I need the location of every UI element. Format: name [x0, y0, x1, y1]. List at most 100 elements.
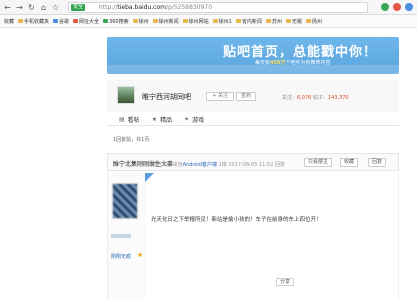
bookmark-label: 网址大全	[79, 18, 100, 25]
author-meta[interactable]: 刚刚无痕	[111, 253, 131, 260]
post-body: 光天化日之下举报所见！新站是偷小孩的！车子在前身的东上四位开！	[151, 217, 322, 223]
folder-icon	[285, 19, 291, 23]
bookmark-item[interactable]: 省内新闻	[235, 18, 262, 25]
banner-title: 贴吧首页，总能戳中你！	[223, 45, 378, 60]
folder-icon	[212, 19, 218, 23]
game-icon: ✦	[184, 116, 190, 123]
bookmark-item[interactable]: 徐州网站	[182, 18, 209, 25]
bookmark-label: 谷歌	[59, 18, 70, 25]
bookmark-item[interactable]: 手机收藏夹	[18, 18, 49, 25]
tab-featured[interactable]: ★ 精品	[152, 115, 172, 124]
page-content: 贴吧首页，总能戳中你！ 每天有450万个吧中为你推荐内容 睢宁西河胡同吧 + 关…	[0, 28, 417, 303]
url-prefix: http://	[99, 4, 118, 11]
bookmark-item[interactable]: 徐州新闻	[152, 18, 179, 25]
tab-threads[interactable]: ▤ 看帖	[119, 115, 140, 124]
bookmark-label: 收藏	[4, 18, 15, 25]
banner-subtitle: 每天有450万个吧中为你推荐内容	[255, 59, 330, 66]
stats-label: 关注：	[282, 95, 298, 101]
bookmark-label: 徐州	[138, 18, 149, 25]
bookmark-item[interactable]: 收藏	[4, 18, 14, 25]
360-icon	[103, 19, 109, 23]
reload-icon[interactable]: ↻	[27, 3, 36, 12]
bookmark-label: 无锡	[291, 18, 302, 25]
bookmark-item[interactable]: 扬州	[305, 18, 322, 25]
bookmark-item[interactable]: 360搜索	[103, 18, 129, 25]
banner-sub-prefix: 每天有	[255, 60, 271, 66]
bookmark-item[interactable]: 谷歌	[53, 18, 69, 25]
bookmark-item[interactable]: 苏州	[265, 18, 282, 25]
bookmark-label: 徐州1	[218, 18, 232, 25]
google-icon	[53, 19, 59, 23]
forum-header: 睢宁西河胡同吧 + 关注 签到 关注：6,076 帖子：143,370	[107, 80, 399, 112]
list-icon: ▤	[119, 116, 125, 123]
browser-toolbar: ← → ↻ ⌂ ☆ 安全 http://tieba.baidu.com/p/52…	[0, 0, 417, 15]
forum-tabs: ▤ 看帖 ★ 精品 ✦ 游戏	[107, 114, 399, 126]
only-author-button[interactable]: 只看楼主	[304, 158, 333, 167]
back-icon[interactable]: ←	[3, 3, 12, 12]
collect-button[interactable]: 收藏	[340, 158, 359, 167]
banner-sub-suffix: 个吧中为你推荐内容	[285, 60, 331, 66]
url-text[interactable]: http://tieba.baidu.com/p/5258830970	[99, 4, 212, 11]
bookmark-label: 扬州	[311, 18, 322, 25]
bookmarks-bar: 收藏 手机收藏夹 谷歌 网址大全 360搜索 徐州 徐州新闻 徐州网站 徐州1 …	[0, 15, 417, 28]
bookmark-label: 手机收藏夹	[24, 18, 50, 25]
author-avatar[interactable]	[112, 183, 138, 219]
folder-icon	[152, 19, 158, 23]
follow-button[interactable]: + 关注	[206, 92, 234, 101]
extension-icon-3[interactable]	[405, 3, 413, 11]
badge-icon: ★	[137, 251, 144, 259]
bookmark-label: 徐州网站	[188, 18, 209, 25]
reply-count: 1回复贴，共1页	[113, 137, 150, 143]
home-icon[interactable]: ⌂	[39, 3, 48, 12]
bookmark-item[interactable]: 无锡	[285, 18, 302, 25]
banner-strip	[107, 65, 399, 74]
tab-label: 看帖	[127, 117, 140, 124]
post: 刚刚无痕 ★ 光天化日之下举报所见！新站是偷小孩的！车子在前身的东上四位开！ 分…	[107, 173, 399, 299]
folder-icon	[235, 19, 241, 23]
bookmark-item[interactable]: 网址大全	[73, 18, 99, 25]
star-icon[interactable]: ☆	[51, 3, 60, 12]
banner-sub-highlight: 450万	[270, 60, 286, 66]
toolbar-right	[381, 3, 413, 11]
url-domain: tieba.baidu.com	[117, 4, 166, 11]
floor-corner-marker	[145, 173, 154, 182]
star-icon: ★	[151, 116, 158, 123]
promo-banner[interactable]: 贴吧首页，总能戳中你！ 每天有450万个吧中为你推荐内容	[107, 37, 399, 74]
address-bar[interactable]: 安全 http://tieba.baidu.com/p/5258830970	[68, 2, 368, 13]
url-path: /p/5258830970	[166, 4, 213, 11]
forum-avatar[interactable]	[117, 86, 135, 104]
folder-icon	[18, 19, 24, 23]
author-name-blurred[interactable]	[111, 234, 131, 238]
site-icon	[73, 19, 79, 23]
extension-icon[interactable]	[381, 3, 389, 11]
bookmark-item[interactable]: 徐州1	[212, 18, 232, 25]
signin-button[interactable]: 签到	[236, 92, 256, 101]
folder-icon	[305, 19, 311, 23]
forum-name[interactable]: 睢宁西河胡同吧	[142, 92, 191, 102]
bookmark-label: 徐州新闻	[158, 18, 179, 25]
stats-label-2: 帖子：	[311, 95, 328, 101]
bookmark-label: 省内新闻	[241, 18, 262, 25]
footer-prefix[interactable]: 举报 | 1楼 来自	[148, 162, 183, 168]
folder-icon	[132, 19, 138, 23]
bookmark-label: 360搜索	[109, 18, 129, 25]
forward-icon[interactable]: →	[15, 3, 24, 12]
tab-label: 精品	[160, 117, 173, 124]
tab-label: 游戏	[192, 117, 205, 124]
tab-games[interactable]: ✦ 游戏	[184, 115, 204, 124]
folder-icon	[182, 19, 188, 23]
client-link[interactable]: Android客户端	[183, 162, 217, 168]
bookmark-item[interactable]: 徐州	[132, 18, 149, 25]
share-button[interactable]: 分享	[276, 278, 294, 286]
secure-badge: 安全	[71, 4, 86, 11]
extension-icon-2[interactable]	[393, 3, 401, 11]
bookmark-label: 苏州	[271, 18, 282, 25]
folder-icon	[265, 19, 271, 23]
post-footer: 举报 | 1楼 来自Android客户端 1楼 2017-08-05 11:52…	[148, 161, 285, 168]
follower-count: 6,076	[297, 95, 312, 101]
forum-stats: 关注：6,076 帖子：143,370	[282, 94, 349, 101]
reply-button[interactable]: 回复	[368, 158, 387, 167]
footer-suffix: 1楼 2017-08-05 11:52 回复	[216, 162, 285, 168]
post-count: 143,370	[327, 95, 349, 101]
author-column: 刚刚无痕 ★	[108, 173, 146, 299]
